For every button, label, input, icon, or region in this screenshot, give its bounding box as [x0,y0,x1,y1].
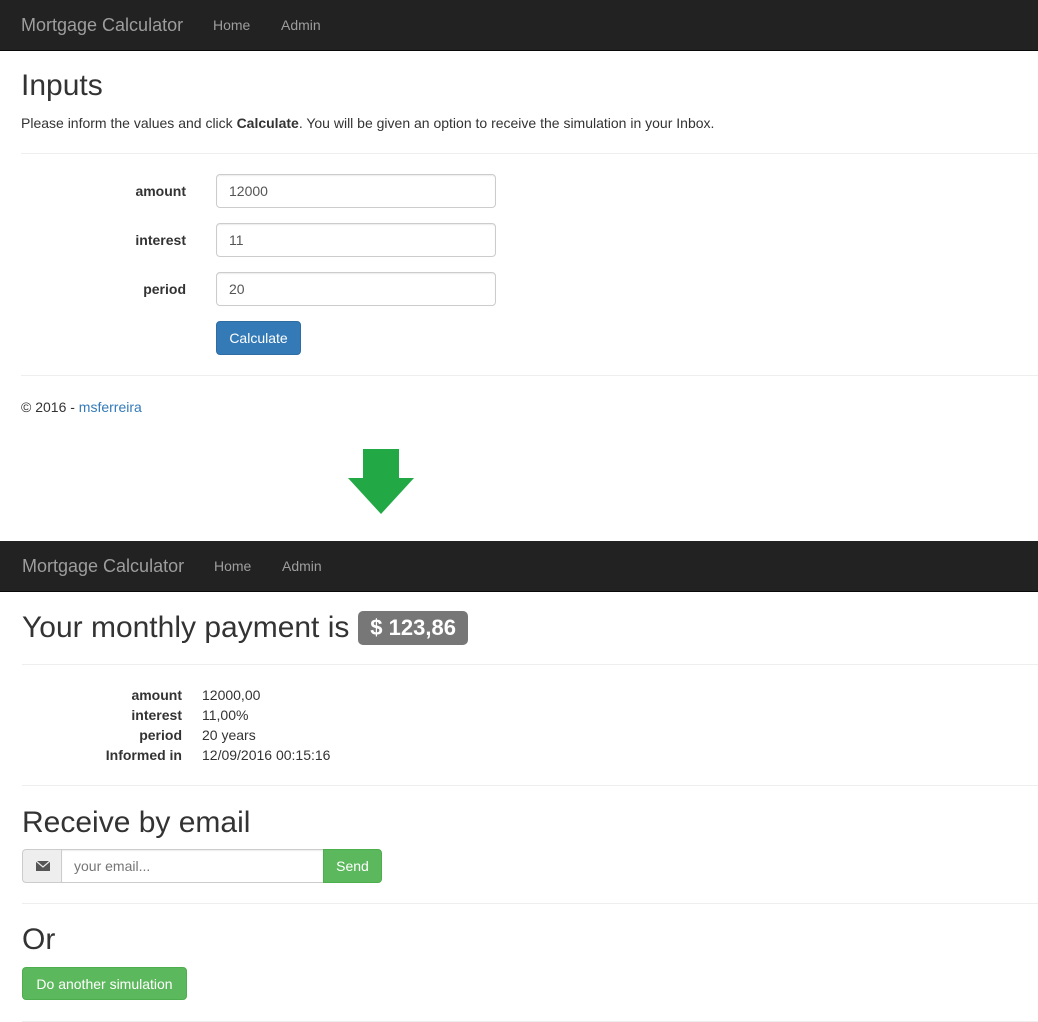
divider [22,903,1038,904]
amount-input[interactable]: 12000 [216,174,496,208]
detail-value-amount: 12000,00 [202,687,261,703]
interest-label: interest [135,232,186,248]
top-navbar: Mortgage Calculator Home Admin [0,0,1038,51]
intro-before: Please inform the values and click [21,115,237,131]
detail-term-interest: interest [131,707,182,723]
detail-term-informed: Informed in [105,747,182,763]
page-title: Inputs [21,69,103,102]
envelope-icon [22,849,62,883]
send-button[interactable]: Send [323,849,382,883]
detail-value-period: 20 years [202,727,256,743]
detail-value-informed: 12/09/2016 00:15:16 [202,747,331,763]
email-input-group: Send [22,849,382,883]
detail-term-amount: amount [131,687,182,703]
do-another-simulation-button[interactable]: Do another simulation [22,967,187,1000]
nav-link-admin[interactable]: Admin [282,557,322,575]
author-link[interactable]: msferreira [79,399,142,415]
period-input[interactable]: 20 [216,272,496,306]
result-heading: Your monthly payment is $ 123,86 [22,609,468,651]
email-section-title: Receive by email [22,806,251,839]
period-label: period [143,281,186,297]
divider [21,153,1038,154]
nav-link-admin[interactable]: Admin [281,16,321,34]
arrow-down-icon [348,449,414,514]
or-title: Or [22,923,56,956]
footer: © 2016 - msferreira [21,397,142,417]
intro-after: . You will be given an option to receive… [298,115,715,131]
interest-input[interactable]: 11 [216,223,496,257]
bottom-navbar: Mortgage Calculator Home Admin [0,541,1038,592]
amount-label: amount [135,183,186,199]
intro-text: Please inform the values and click Calcu… [21,113,714,133]
navbar-brand[interactable]: Mortgage Calculator [21,14,183,36]
detail-value-interest: 11,00% [202,707,249,723]
intro-bold: Calculate [236,115,299,131]
result-title: Your monthly payment is [22,611,350,644]
divider [21,375,1038,376]
navbar-brand[interactable]: Mortgage Calculator [22,555,184,577]
detail-term-period: period [139,727,182,743]
nav-link-home[interactable]: Home [214,557,251,575]
divider [22,785,1038,786]
payment-badge: $ 123,86 [358,611,468,645]
divider [22,664,1038,665]
nav-link-home[interactable]: Home [213,16,250,34]
footer-copyright: © 2016 - [21,399,79,415]
email-input[interactable] [61,849,324,883]
calculate-button[interactable]: Calculate [216,321,301,355]
